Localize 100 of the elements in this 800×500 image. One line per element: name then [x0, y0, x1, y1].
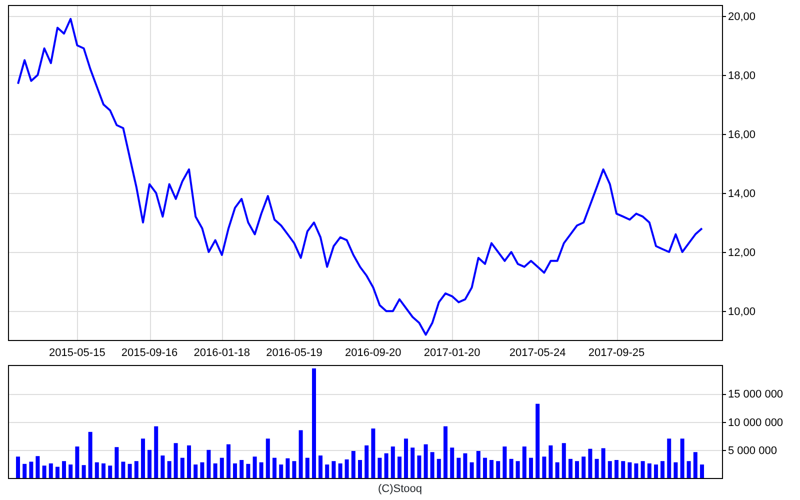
volume-bar [490, 460, 494, 478]
volume-bar [351, 451, 356, 478]
volume-bar [463, 453, 468, 478]
volume-bar [522, 446, 526, 478]
volume-bar [82, 465, 86, 478]
volume-bar [266, 438, 270, 478]
volume-bar [121, 462, 126, 478]
volume-bar [180, 458, 184, 478]
volume-bar [568, 458, 572, 478]
volume-bar [174, 443, 178, 478]
volume-bar [62, 461, 66, 478]
axis-label: 2016-01-18 [194, 347, 250, 359]
axis-label: 16,00 [728, 128, 756, 141]
volume-bar [562, 443, 566, 478]
volume-bar [22, 464, 27, 478]
volume-bar [594, 458, 599, 478]
volume-bar [529, 458, 533, 478]
volume-bar [384, 453, 388, 478]
volume-bar [305, 458, 310, 478]
volume-bar [582, 456, 586, 478]
volume-bar [621, 461, 626, 478]
volume-bar [226, 444, 230, 478]
volume-bar [246, 464, 250, 478]
volume-bar [483, 458, 487, 478]
volume-bar [220, 458, 224, 478]
volume-bar [16, 456, 20, 478]
volume-bar [700, 464, 704, 478]
volume-bar [693, 452, 698, 478]
volume-bar [456, 458, 461, 478]
volume-bar [614, 460, 618, 478]
volume-bar [102, 463, 106, 478]
volume-bar [141, 438, 145, 478]
volume-bar [344, 459, 349, 478]
volume-bar [660, 461, 664, 478]
volume-bar [404, 438, 408, 478]
volume-bar [252, 456, 257, 478]
volume-bar [332, 461, 336, 478]
volume-bar [259, 462, 264, 478]
volume-bar [608, 461, 612, 478]
volume-bar [167, 461, 172, 478]
volume-bar [430, 452, 434, 478]
axis-label: 20,00 [728, 10, 756, 23]
volume-bar [436, 458, 441, 478]
volume-bar [364, 445, 369, 478]
axis-label: 10,00 [728, 306, 756, 318]
volume-bar [509, 458, 514, 478]
volume-bar [667, 438, 672, 478]
axis-label: 18,00 [728, 70, 756, 82]
volume-bar [48, 463, 53, 478]
volume-bar [450, 448, 454, 478]
volume-bar [187, 445, 191, 478]
volume-bar [417, 456, 422, 478]
volume-bar [279, 464, 284, 478]
volume-bar [88, 432, 92, 478]
axis-label: 14,00 [728, 188, 756, 200]
axis-label: 15 000 000 [728, 388, 784, 401]
volume-bar [371, 428, 376, 478]
volume-bar [634, 463, 638, 478]
volume-bar [325, 464, 330, 478]
volume-bar [213, 463, 218, 478]
volume-bar [601, 448, 606, 478]
volume-bar [424, 444, 428, 478]
volume-bar [548, 445, 553, 478]
volume-bar [114, 447, 119, 478]
volume-bar [154, 426, 158, 478]
volume-bar [338, 463, 342, 478]
volume-bar [194, 464, 198, 478]
volume-bar [674, 462, 678, 478]
axis-label: 2016-09-20 [345, 347, 402, 359]
volume-bar [134, 461, 138, 478]
volume-bar [42, 466, 46, 478]
volume-bar [502, 446, 507, 478]
volume-bar [575, 461, 579, 478]
volume-bar [542, 456, 546, 478]
volume-bar [516, 461, 520, 478]
volume-bar [75, 446, 80, 478]
volume-bar [148, 450, 152, 478]
volume-bar [588, 448, 592, 478]
volume-bar [318, 456, 322, 478]
volume-bar [628, 462, 632, 478]
axis-label: 2015-09-16 [121, 347, 178, 359]
volume-bar [36, 456, 40, 478]
axis-label: 2017-09-25 [588, 347, 645, 359]
volume-bar [200, 462, 204, 478]
volume-bar [233, 463, 237, 478]
volume-bar [640, 461, 645, 478]
volume-bar [680, 438, 684, 478]
volume-bar [108, 466, 112, 478]
volume-bar [444, 426, 448, 478]
volume-bar [390, 446, 395, 478]
volume-bar [410, 448, 415, 478]
axis-label: 2017-05-24 [509, 347, 566, 359]
volume-bar [160, 456, 165, 478]
axis-label: 2016-05-19 [266, 347, 322, 359]
volume-bar [398, 456, 402, 478]
volume-bar [476, 451, 480, 478]
volume-bar [206, 450, 211, 478]
volume-bar [29, 462, 34, 478]
volume-bar [68, 464, 73, 478]
axis-label: 12,00 [728, 247, 756, 260]
